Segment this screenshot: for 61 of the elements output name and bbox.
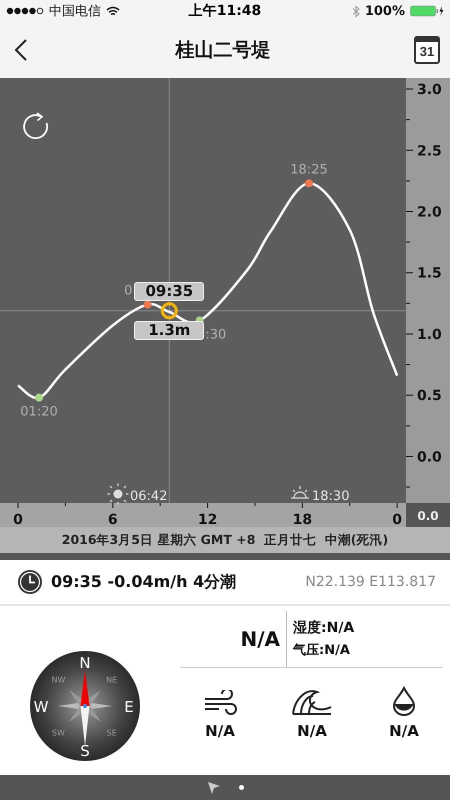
y-axis-label: 1.0 — [417, 326, 442, 343]
calendar-button[interactable]: 31 — [414, 36, 440, 64]
clock-icon — [17, 569, 43, 595]
wifi-icon — [106, 6, 120, 16]
battery-percent: 100% — [364, 4, 405, 18]
time-tooltip: 09:35 — [134, 282, 204, 301]
direction-label: NW — [51, 674, 66, 684]
tide-time-label: :30 — [205, 328, 226, 342]
direction-label: E — [124, 698, 134, 716]
y-axis-label: 0.0 — [417, 449, 442, 466]
corner-box — [406, 503, 450, 527]
direction-label: W — [34, 698, 48, 716]
direction-label: SE — [106, 728, 117, 738]
tide-time-label: 18:25 — [290, 162, 328, 178]
y-axis-label: 0.5 — [417, 388, 442, 404]
corner-value: 0.0 — [417, 509, 439, 523]
page-title: 桂山二号堤 — [176, 38, 270, 63]
sunset-icon — [290, 485, 310, 499]
carrier-name: 中国电信 — [49, 3, 101, 20]
date-bar: 2016年3月5日 星期六 GMT +8 正月廿七 中潮(死汛) — [0, 527, 450, 553]
battery-icon — [410, 5, 444, 17]
coordinates: N22.139 E113.817 — [305, 574, 436, 590]
wave-icon — [291, 688, 333, 716]
direction-label: SW — [52, 728, 65, 738]
sunset-time: 18:30 — [312, 489, 350, 504]
direction-label: NE — [106, 674, 118, 684]
y-axis-label: 1.5 — [417, 266, 442, 282]
location-arrow-icon[interactable] — [206, 780, 220, 794]
height-tooltip: 1.3m — [134, 320, 204, 340]
tide-time-label: 0 — [124, 284, 132, 299]
tide-time-label: 01:20 — [20, 404, 58, 420]
high-tide-dot — [305, 179, 313, 188]
y-axis-label: 3.0 — [417, 82, 442, 98]
page-dot[interactable] — [238, 785, 244, 790]
refresh-icon[interactable] — [23, 112, 48, 140]
signal-icon — [6, 7, 44, 15]
weather-value: N/A — [389, 722, 419, 740]
sunrise-time: 06:42 — [130, 489, 168, 504]
high-tide-dot — [144, 300, 152, 309]
y-axis-label: 2.0 — [417, 204, 442, 220]
x-axis-label: 12 — [198, 512, 218, 527]
water-drop-icon — [392, 686, 416, 716]
x-axis-label: 18 — [292, 512, 312, 527]
wind-icon — [203, 690, 237, 716]
temperature-value: N/A — [180, 611, 287, 667]
x-axis-label: 0 — [13, 512, 23, 527]
current-tide-info: 09:35 -0.04m/h 4分潮 — [51, 572, 236, 592]
x-axis-label: 6 — [108, 512, 118, 527]
bluetooth-icon — [352, 4, 360, 18]
pressure-value: 气压:N/A — [293, 642, 351, 659]
humidity-value: 湿度:N/A — [293, 619, 354, 637]
direction-label: N — [79, 654, 91, 672]
x-axis-label: 0 — [392, 512, 402, 527]
low-tide-dot — [35, 394, 44, 402]
y-axis-label: 2.5 — [417, 143, 442, 160]
weather-value: N/A — [205, 722, 235, 740]
cursor-ring[interactable] — [160, 302, 178, 320]
sun-icon — [106, 482, 130, 506]
status-time: 上午11:48 — [188, 2, 262, 20]
weather-value: N/A — [297, 722, 327, 740]
direction-label: S — [80, 742, 90, 760]
